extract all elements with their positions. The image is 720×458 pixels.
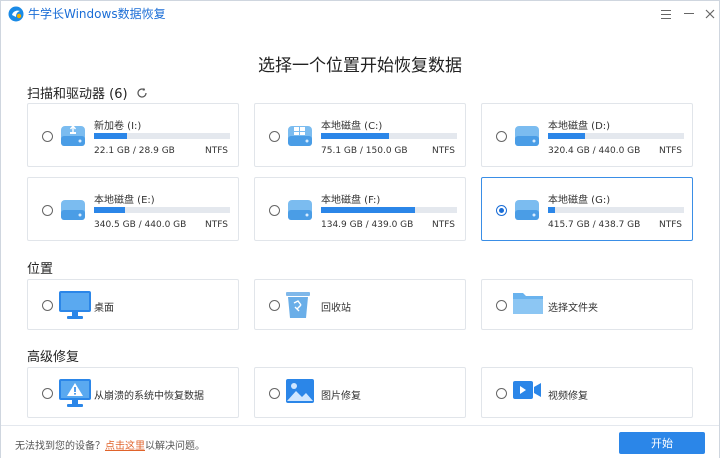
drive-size: 415.7 GB / 438.7 GB <box>548 220 641 230</box>
option-label: 回收站 <box>321 303 351 314</box>
advanced-section-title: 高级修复 <box>27 350 80 365</box>
drive-card[interactable]: 本地磁盘 (D:) 320.4 GB / 440.0 GB NTFS <box>481 103 693 167</box>
footer: 无法找到您的设备？点击这里以解决问题。 开始 <box>1 425 719 458</box>
monitor-icon <box>58 290 92 323</box>
drive-name: 本地磁盘 (D:) <box>548 121 611 132</box>
drives-section-title: 扫描和驱动器 (6) <box>27 83 148 102</box>
footer-text-before: 无法找到您的设备？ <box>15 441 105 452</box>
drive-name: 新加卷 (I:) <box>94 121 142 132</box>
drive-filesystem: NTFS <box>432 220 455 230</box>
hard-drive-icon <box>512 122 542 150</box>
option-label: 视频修复 <box>548 391 588 402</box>
option-label: 图片修复 <box>321 391 361 402</box>
drive-size: 75.1 GB / 150.0 GB <box>321 146 408 156</box>
drive-radio[interactable] <box>496 205 507 216</box>
drive-filesystem: NTFS <box>659 146 682 156</box>
minimize-icon <box>684 13 694 14</box>
recycle-bin-icon <box>285 290 311 323</box>
title-bar: 牛学长Windows数据恢复 <box>1 1 719 27</box>
drive-name: 本地磁盘 (E:) <box>94 195 155 206</box>
usage-bar <box>548 207 684 213</box>
drives-section-label: 扫描和驱动器 (6) <box>27 87 128 102</box>
usage-bar-fill <box>321 133 389 139</box>
option-card[interactable]: 回收站 <box>254 279 466 330</box>
drive-name: 本地磁盘 (F:) <box>321 195 381 206</box>
drive-card[interactable]: 本地磁盘 (G:) 415.7 GB / 438.7 GB NTFS <box>481 177 693 241</box>
usage-bar <box>94 133 230 139</box>
hard-drive-icon <box>512 196 542 224</box>
usage-bar-fill <box>94 207 126 213</box>
drive-size: 320.4 GB / 440.0 GB <box>548 146 641 156</box>
drive-size: 134.9 GB / 439.0 GB <box>321 220 414 230</box>
option-radio[interactable] <box>42 388 53 399</box>
windows-drive-icon <box>285 122 315 150</box>
option-card[interactable]: 视频修复 <box>481 367 693 418</box>
menu-button[interactable] <box>657 5 675 23</box>
minimize-button[interactable] <box>680 5 698 23</box>
drive-radio[interactable] <box>269 205 280 216</box>
option-label: 从崩溃的系统中恢复数据 <box>94 391 204 402</box>
drive-card[interactable]: 新加卷 (I:) 22.1 GB / 28.9 GB NTFS <box>27 103 239 167</box>
usage-bar <box>548 133 684 139</box>
usage-bar <box>321 207 457 213</box>
usage-bar <box>94 207 230 213</box>
usb-drive-icon <box>58 122 88 150</box>
option-label: 选择文件夹 <box>548 303 598 314</box>
location-section-title: 位置 <box>27 262 54 277</box>
usage-bar-fill <box>548 133 585 139</box>
usage-bar-fill <box>548 207 555 213</box>
app-window: 牛学长Windows数据恢复 选择一个位置开始恢复数据 扫描和驱动器 (6) 新… <box>0 0 720 458</box>
start-button[interactable]: 开始 <box>619 432 705 454</box>
usage-bar-fill <box>94 133 127 139</box>
image-icon <box>285 378 315 407</box>
footer-help-link[interactable]: 点击这里 <box>105 441 145 452</box>
hard-drive-icon <box>58 196 88 224</box>
option-card[interactable]: 选择文件夹 <box>481 279 693 330</box>
crashed-system-icon <box>58 378 92 411</box>
hard-drive-icon <box>285 196 315 224</box>
drive-filesystem: NTFS <box>659 220 682 230</box>
drive-radio[interactable] <box>269 131 280 142</box>
drive-name: 本地磁盘 (C:) <box>321 121 383 132</box>
page-title: 选择一个位置开始恢复数据 <box>258 56 462 76</box>
close-icon <box>705 9 715 19</box>
drive-radio[interactable] <box>496 131 507 142</box>
folder-icon <box>512 290 544 319</box>
option-radio[interactable] <box>42 300 53 311</box>
drive-card[interactable]: 本地磁盘 (F:) 134.9 GB / 439.0 GB NTFS <box>254 177 466 241</box>
option-card[interactable]: 图片修复 <box>254 367 466 418</box>
footer-text-after: 以解决问题。 <box>145 441 205 452</box>
footer-help-text: 无法找到您的设备？点击这里以解决问题。 <box>15 437 205 452</box>
drive-radio[interactable] <box>42 131 53 142</box>
app-title: 牛学长Windows数据恢复 <box>28 7 166 21</box>
option-radio[interactable] <box>269 300 280 311</box>
option-radio[interactable] <box>269 388 280 399</box>
app-logo-icon <box>8 6 24 22</box>
option-label: 桌面 <box>94 303 114 314</box>
drive-name: 本地磁盘 (G:) <box>548 195 611 206</box>
drive-card[interactable]: 本地磁盘 (C:) 75.1 GB / 150.0 GB NTFS <box>254 103 466 167</box>
drive-size: 340.5 GB / 440.0 GB <box>94 220 187 230</box>
option-card[interactable]: 桌面 <box>27 279 239 330</box>
drive-size: 22.1 GB / 28.9 GB <box>94 146 175 156</box>
drive-filesystem: NTFS <box>432 146 455 156</box>
usage-bar-fill <box>321 207 415 213</box>
video-icon <box>512 378 542 405</box>
drive-filesystem: NTFS <box>205 146 228 156</box>
option-radio[interactable] <box>496 388 507 399</box>
option-radio[interactable] <box>496 300 507 311</box>
option-card[interactable]: 从崩溃的系统中恢复数据 <box>27 367 239 418</box>
close-button[interactable] <box>701 5 719 23</box>
drive-radio[interactable] <box>42 205 53 216</box>
usage-bar <box>321 133 457 139</box>
hamburger-icon <box>661 9 671 19</box>
refresh-icon[interactable] <box>136 87 148 99</box>
drive-filesystem: NTFS <box>205 220 228 230</box>
drive-card[interactable]: 本地磁盘 (E:) 340.5 GB / 440.0 GB NTFS <box>27 177 239 241</box>
